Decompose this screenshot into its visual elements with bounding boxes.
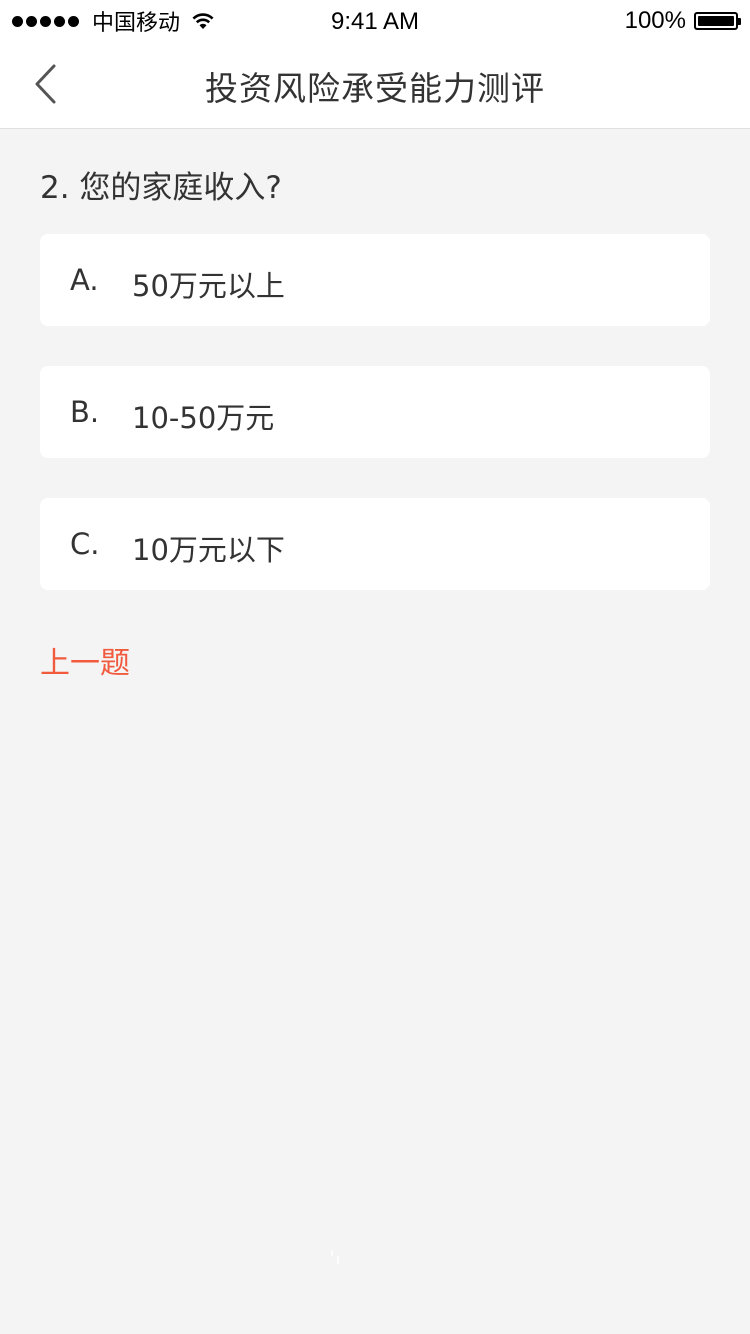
option-letter: C. xyxy=(70,527,100,561)
option-letter: B. xyxy=(70,395,100,429)
option-text: 10万元以下 xyxy=(132,533,285,567)
status-bar: 中国移动 9:41 AM 100% xyxy=(0,0,750,40)
battery-icon xyxy=(694,12,741,30)
faint-mark-icon xyxy=(331,1250,339,1264)
option-text: 50万元以上 xyxy=(132,269,285,303)
option-b[interactable]: B. 10-50万元 xyxy=(40,366,710,458)
option-letter: A. xyxy=(70,263,99,297)
navigation-bar: 投资风险承受能力测评 xyxy=(0,40,750,129)
status-right: 100% xyxy=(624,6,741,36)
previous-question-link[interactable]: 上一题 xyxy=(40,638,130,682)
option-text: 10-50万元 xyxy=(132,401,275,435)
option-a[interactable]: A. 50万元以上 xyxy=(40,234,710,326)
page-title: 投资风险承受能力测评 xyxy=(205,69,545,108)
battery-percentage: 100% xyxy=(624,7,686,34)
question-title: 2. 您的家庭收入? xyxy=(40,170,282,206)
option-c[interactable]: C. 10万元以下 xyxy=(40,498,710,590)
